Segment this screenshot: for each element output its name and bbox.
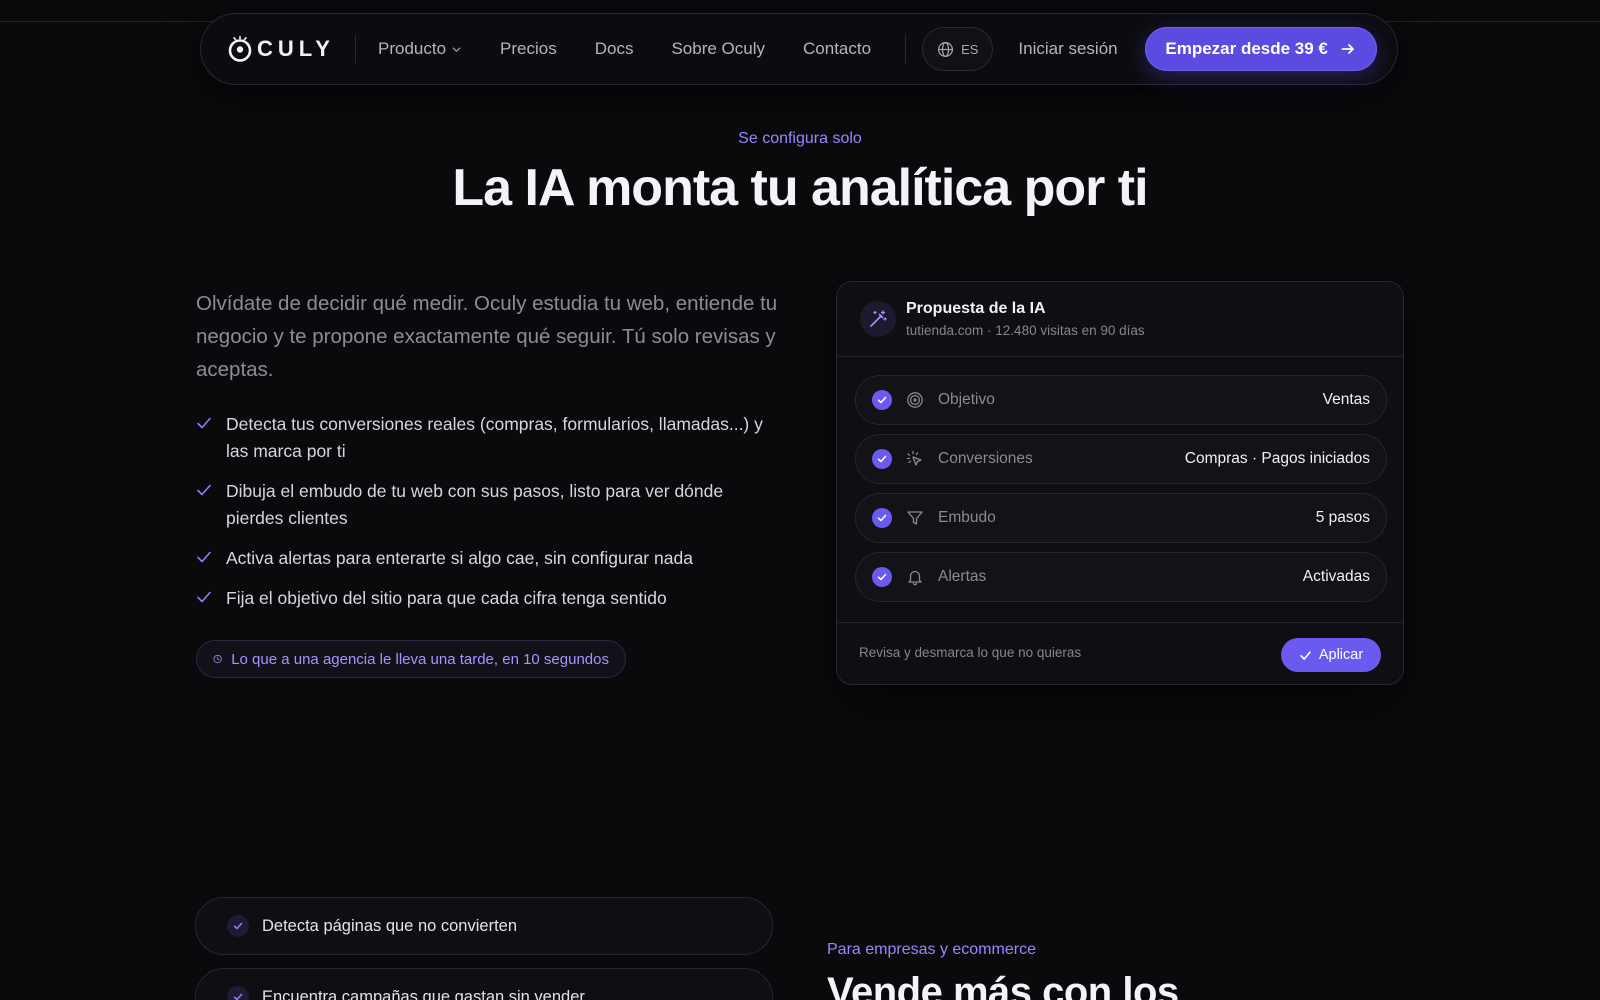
nav-link-producto[interactable]: Producto — [378, 39, 462, 59]
proposal-rows: Objetivo Ventas Conversiones Compras · P… — [855, 375, 1387, 611]
row-label: Embudo — [938, 509, 996, 526]
row-label: Objetivo — [938, 391, 995, 408]
section2-eyebrow: Para empresas y ecommerce — [827, 941, 1036, 958]
login-link[interactable]: Iniciar sesión — [1018, 39, 1117, 59]
apply-button[interactable]: Aplicar — [1281, 638, 1381, 672]
hero-eyebrow: Se configura solo — [738, 130, 862, 147]
card-header: Propuesta de la IA tutienda.com · 12.480… — [837, 282, 1403, 357]
issue-item: Detecta páginas que no convierten — [195, 897, 773, 955]
issue-list: Detecta páginas que no convierten Encuen… — [195, 897, 773, 1000]
hero-lead: Olvídate de decidir qué medir. Oculy est… — [196, 292, 778, 381]
feature-text: Detecta tus conversiones reales (compras… — [226, 414, 763, 461]
globe-icon — [938, 41, 954, 57]
checkbox-checked[interactable] — [872, 508, 892, 528]
row-value: 5 pasos — [1315, 509, 1370, 526]
issue-text: Encuentra campañas que gastan sin vender — [262, 987, 585, 1000]
check-icon — [197, 417, 211, 429]
checkbox-checked[interactable] — [872, 390, 892, 410]
proposal-row-embudo[interactable]: Embudo 5 pasos — [855, 493, 1387, 543]
nav-link-docs[interactable]: Docs — [595, 39, 634, 59]
section2-title: Vende más con los — [827, 970, 1179, 1000]
language-code: ES — [961, 41, 979, 57]
feature-item: Detecta tus conversiones reales (compras… — [196, 411, 776, 465]
check-icon — [197, 591, 211, 603]
cta-label: Empezar desde 39 € — [1165, 39, 1328, 58]
nav-divider — [355, 35, 356, 63]
proposal-row-conversiones[interactable]: Conversiones Compras · Pagos iniciados — [855, 434, 1387, 484]
card-footer: Revisa y desmarca lo que no quieras Apli… — [837, 622, 1403, 686]
proposal-row-alertas[interactable]: Alertas Activadas — [855, 552, 1387, 602]
top-nav: CULY Producto Precios Docs Sobre Oculy C… — [200, 13, 1398, 85]
click-icon — [906, 450, 922, 466]
clock-icon — [213, 654, 222, 664]
feature-text: Dibuja el embudo de tu web con sus pasos… — [226, 481, 724, 528]
time-saving-text: Lo que a una agencia le lleva una tarde,… — [231, 650, 609, 668]
card-title: Propuesta de la IA — [906, 300, 1046, 317]
start-cta-button[interactable]: Empezar desde 39 € — [1144, 27, 1377, 71]
feature-item: Activa alertas para enterarte si algo ca… — [196, 545, 776, 572]
brand-name: CULY — [257, 36, 335, 61]
nav-link-precios[interactable]: Precios — [500, 39, 557, 59]
checkbox-checked[interactable] — [872, 567, 892, 587]
arrow-right-icon — [1341, 44, 1354, 54]
footer-note: Revisa y desmarca lo que no quieras — [859, 645, 1082, 660]
target-icon — [907, 392, 923, 408]
row-value: Activadas — [1302, 568, 1370, 585]
brand-logo[interactable]: CULY — [227, 36, 337, 62]
funnel-icon — [907, 511, 923, 525]
check-icon — [227, 986, 249, 1000]
proposal-row-objetivo[interactable]: Objetivo Ventas — [855, 375, 1387, 425]
card-subtitle: tutienda.com · 12.480 visitas en 90 días — [906, 323, 1145, 338]
time-saving-badge: Lo que a una agencia le lleva una tarde,… — [196, 640, 626, 678]
ai-proposal-card: Propuesta de la IA tutienda.com · 12.480… — [836, 281, 1404, 685]
nav-links: Producto Precios Docs Sobre Oculy Contac… — [378, 39, 909, 59]
feature-text: Fija el objetivo del sitio para que cada… — [226, 588, 667, 608]
nav-link-label: Producto — [378, 39, 447, 58]
feature-item: Dibuja el embudo de tu web con sus pasos… — [196, 478, 776, 532]
row-value: Ventas — [1322, 391, 1370, 408]
row-label: Conversiones — [938, 450, 1033, 467]
checkbox-checked[interactable] — [872, 449, 892, 469]
feature-item: Fija el objetivo del sitio para que cada… — [196, 585, 776, 612]
check-icon — [227, 915, 249, 937]
nav-divider — [905, 35, 907, 63]
bell-icon — [908, 570, 922, 586]
check-icon — [197, 484, 211, 496]
issue-text: Detecta páginas que no convierten — [262, 916, 518, 935]
issue-item: Encuentra campañas que gastan sin vender — [195, 968, 773, 1000]
hero-title: La IA monta tu analítica por ti — [452, 159, 1148, 217]
feature-list: Detecta tus conversiones reales (compras… — [196, 411, 776, 625]
check-icon — [1300, 650, 1311, 660]
nav-link-sobre-oculy[interactable]: Sobre Oculy — [671, 39, 765, 59]
language-selector[interactable]: ES — [922, 27, 994, 71]
wand-icon — [860, 301, 896, 337]
row-value: Compras · Pagos iniciados — [1184, 450, 1370, 467]
check-icon — [197, 551, 211, 563]
chevron-down-icon — [452, 46, 461, 52]
oculy-eye-icon — [228, 36, 252, 62]
apply-label: Aplicar — [1318, 647, 1364, 663]
feature-text: Activa alertas para enterarte si algo ca… — [226, 548, 693, 568]
nav-link-contacto[interactable]: Contacto — [803, 39, 871, 59]
row-label: Alertas — [938, 568, 987, 585]
